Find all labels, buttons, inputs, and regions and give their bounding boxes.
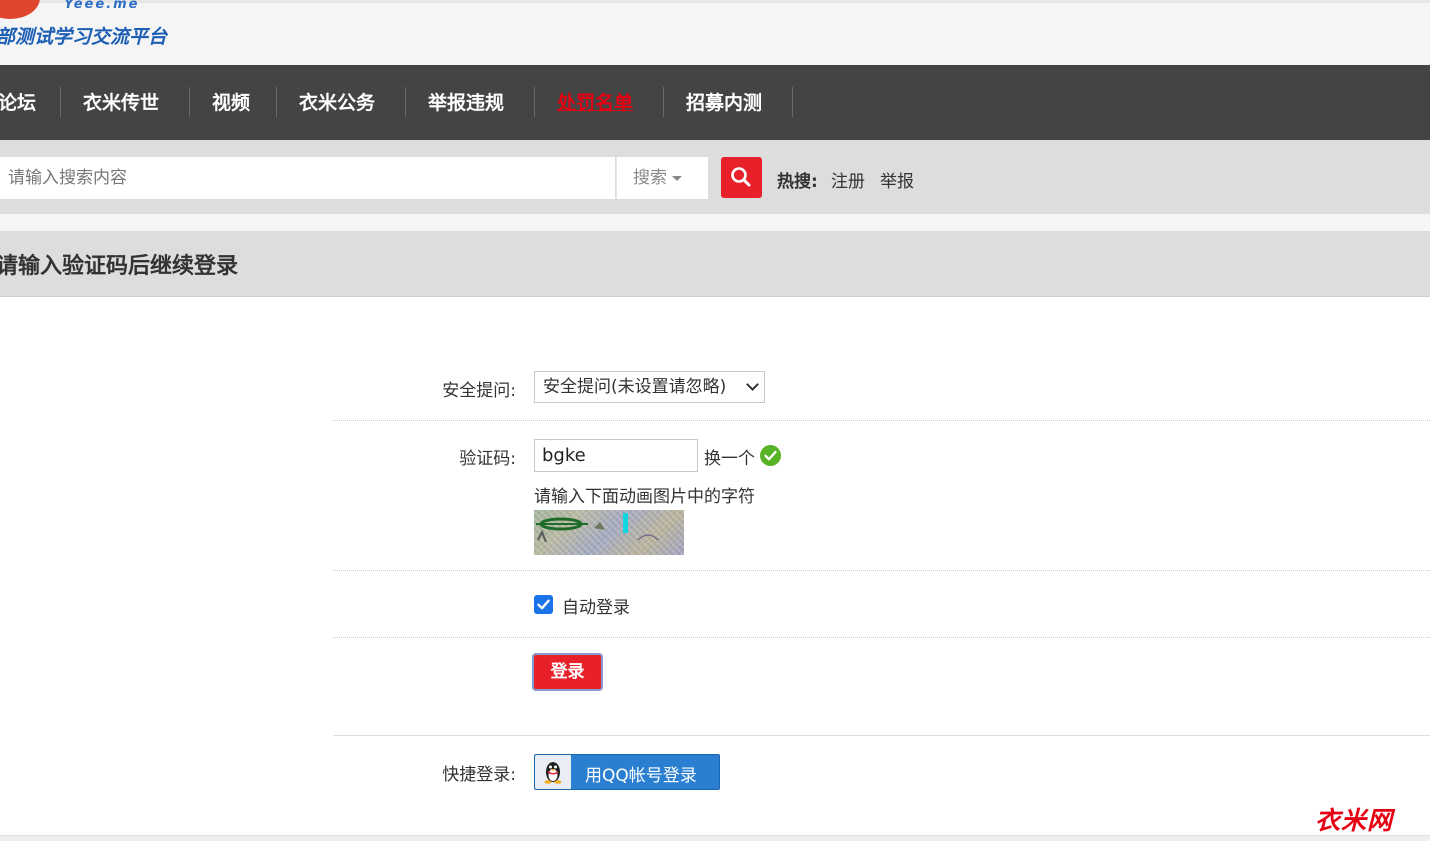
logo-title: 部测试学习交流平台 <box>0 26 168 48</box>
search-icon <box>731 167 751 187</box>
hot-search-label: 热搜: <box>777 172 818 192</box>
divider-strip <box>0 214 1430 231</box>
form-divider <box>333 735 1430 736</box>
security-question-select[interactable]: 安全提问(未设置请忽略) <box>534 371 765 403</box>
nav-separator <box>534 87 535 117</box>
site-logo[interactable]: Yeee.me 部测试学习交流平台 <box>0 0 180 63</box>
nav-item-forum[interactable]: 论坛 <box>0 87 36 119</box>
caret-down-icon <box>672 175 682 181</box>
nav-separator <box>792 87 793 117</box>
captcha-glyphs <box>536 513 659 543</box>
nav-separator <box>663 87 664 117</box>
search-type-dropdown[interactable]: 搜索 <box>616 157 708 199</box>
nav-item-official[interactable]: 衣米公务 <box>299 87 375 119</box>
search-bar: 搜索 热搜: 注册 举报 <box>0 140 1430 214</box>
watermark-logo: 衣米网 <box>1315 806 1394 835</box>
captcha-input[interactable] <box>534 439 698 472</box>
page-title: 请输入验证码后继续登录 <box>0 254 239 279</box>
nav-item-recruit-beta[interactable]: 招募内测 <box>686 87 762 119</box>
hot-search-link-register[interactable]: 注册 <box>831 167 865 192</box>
nav-separator <box>276 87 277 117</box>
search-input[interactable] <box>0 157 615 199</box>
qq-login-button[interactable]: 用QQ帐号登录 <box>534 754 720 790</box>
nav-item-penalty-list[interactable]: 处罚名单 <box>557 87 633 119</box>
quick-login-label: 快捷登录: <box>442 765 516 785</box>
logo-subtitle: Yeee.me <box>64 0 140 12</box>
chevron-down-icon <box>746 378 759 391</box>
nav-separator <box>405 87 406 117</box>
footer-divider <box>0 835 1430 841</box>
hot-search-link-report[interactable]: 举报 <box>880 167 914 192</box>
captcha-hint: 请输入下面动画图片中的字符 <box>534 487 755 507</box>
captcha-label: 验证码: <box>459 449 516 469</box>
security-question-value: 安全提问(未设置请忽略) <box>543 377 727 397</box>
form-divider <box>333 420 1430 421</box>
nav-item-video[interactable]: 视频 <box>212 87 250 119</box>
form-divider <box>333 637 1430 638</box>
logo-emblem <box>0 0 40 19</box>
qq-icon-box <box>535 755 571 789</box>
form-divider <box>333 570 1430 571</box>
security-question-label: 安全提问: <box>442 381 516 401</box>
qq-penguin-icon <box>544 762 562 784</box>
main-nav: 论坛 衣米传世 视频 衣米公务 举报违规 处罚名单 招募内测 <box>0 65 1430 140</box>
auto-login-checkbox[interactable] <box>534 595 553 614</box>
checkmark-icon <box>537 599 550 610</box>
nav-item-report[interactable]: 举报违规 <box>428 87 504 119</box>
site-header: Yeee.me 部测试学习交流平台 <box>0 0 1430 65</box>
nav-item-yimi-legend[interactable]: 衣米传世 <box>83 87 159 119</box>
auto-login-label[interactable]: 自动登录 <box>562 593 630 618</box>
page-title-bar: 请输入验证码后继续登录 <box>0 231 1430 297</box>
search-type-label: 搜索 <box>633 168 667 188</box>
nav-separator <box>60 87 61 117</box>
nav-separator <box>189 87 190 117</box>
search-button[interactable] <box>721 157 762 198</box>
captcha-valid-check-icon <box>760 445 781 466</box>
captcha-image[interactable] <box>534 510 684 555</box>
captcha-refresh-link[interactable]: 换一个 <box>704 444 755 469</box>
login-button[interactable]: 登录 <box>532 653 603 691</box>
qq-login-label: 用QQ帐号登录 <box>585 766 697 786</box>
